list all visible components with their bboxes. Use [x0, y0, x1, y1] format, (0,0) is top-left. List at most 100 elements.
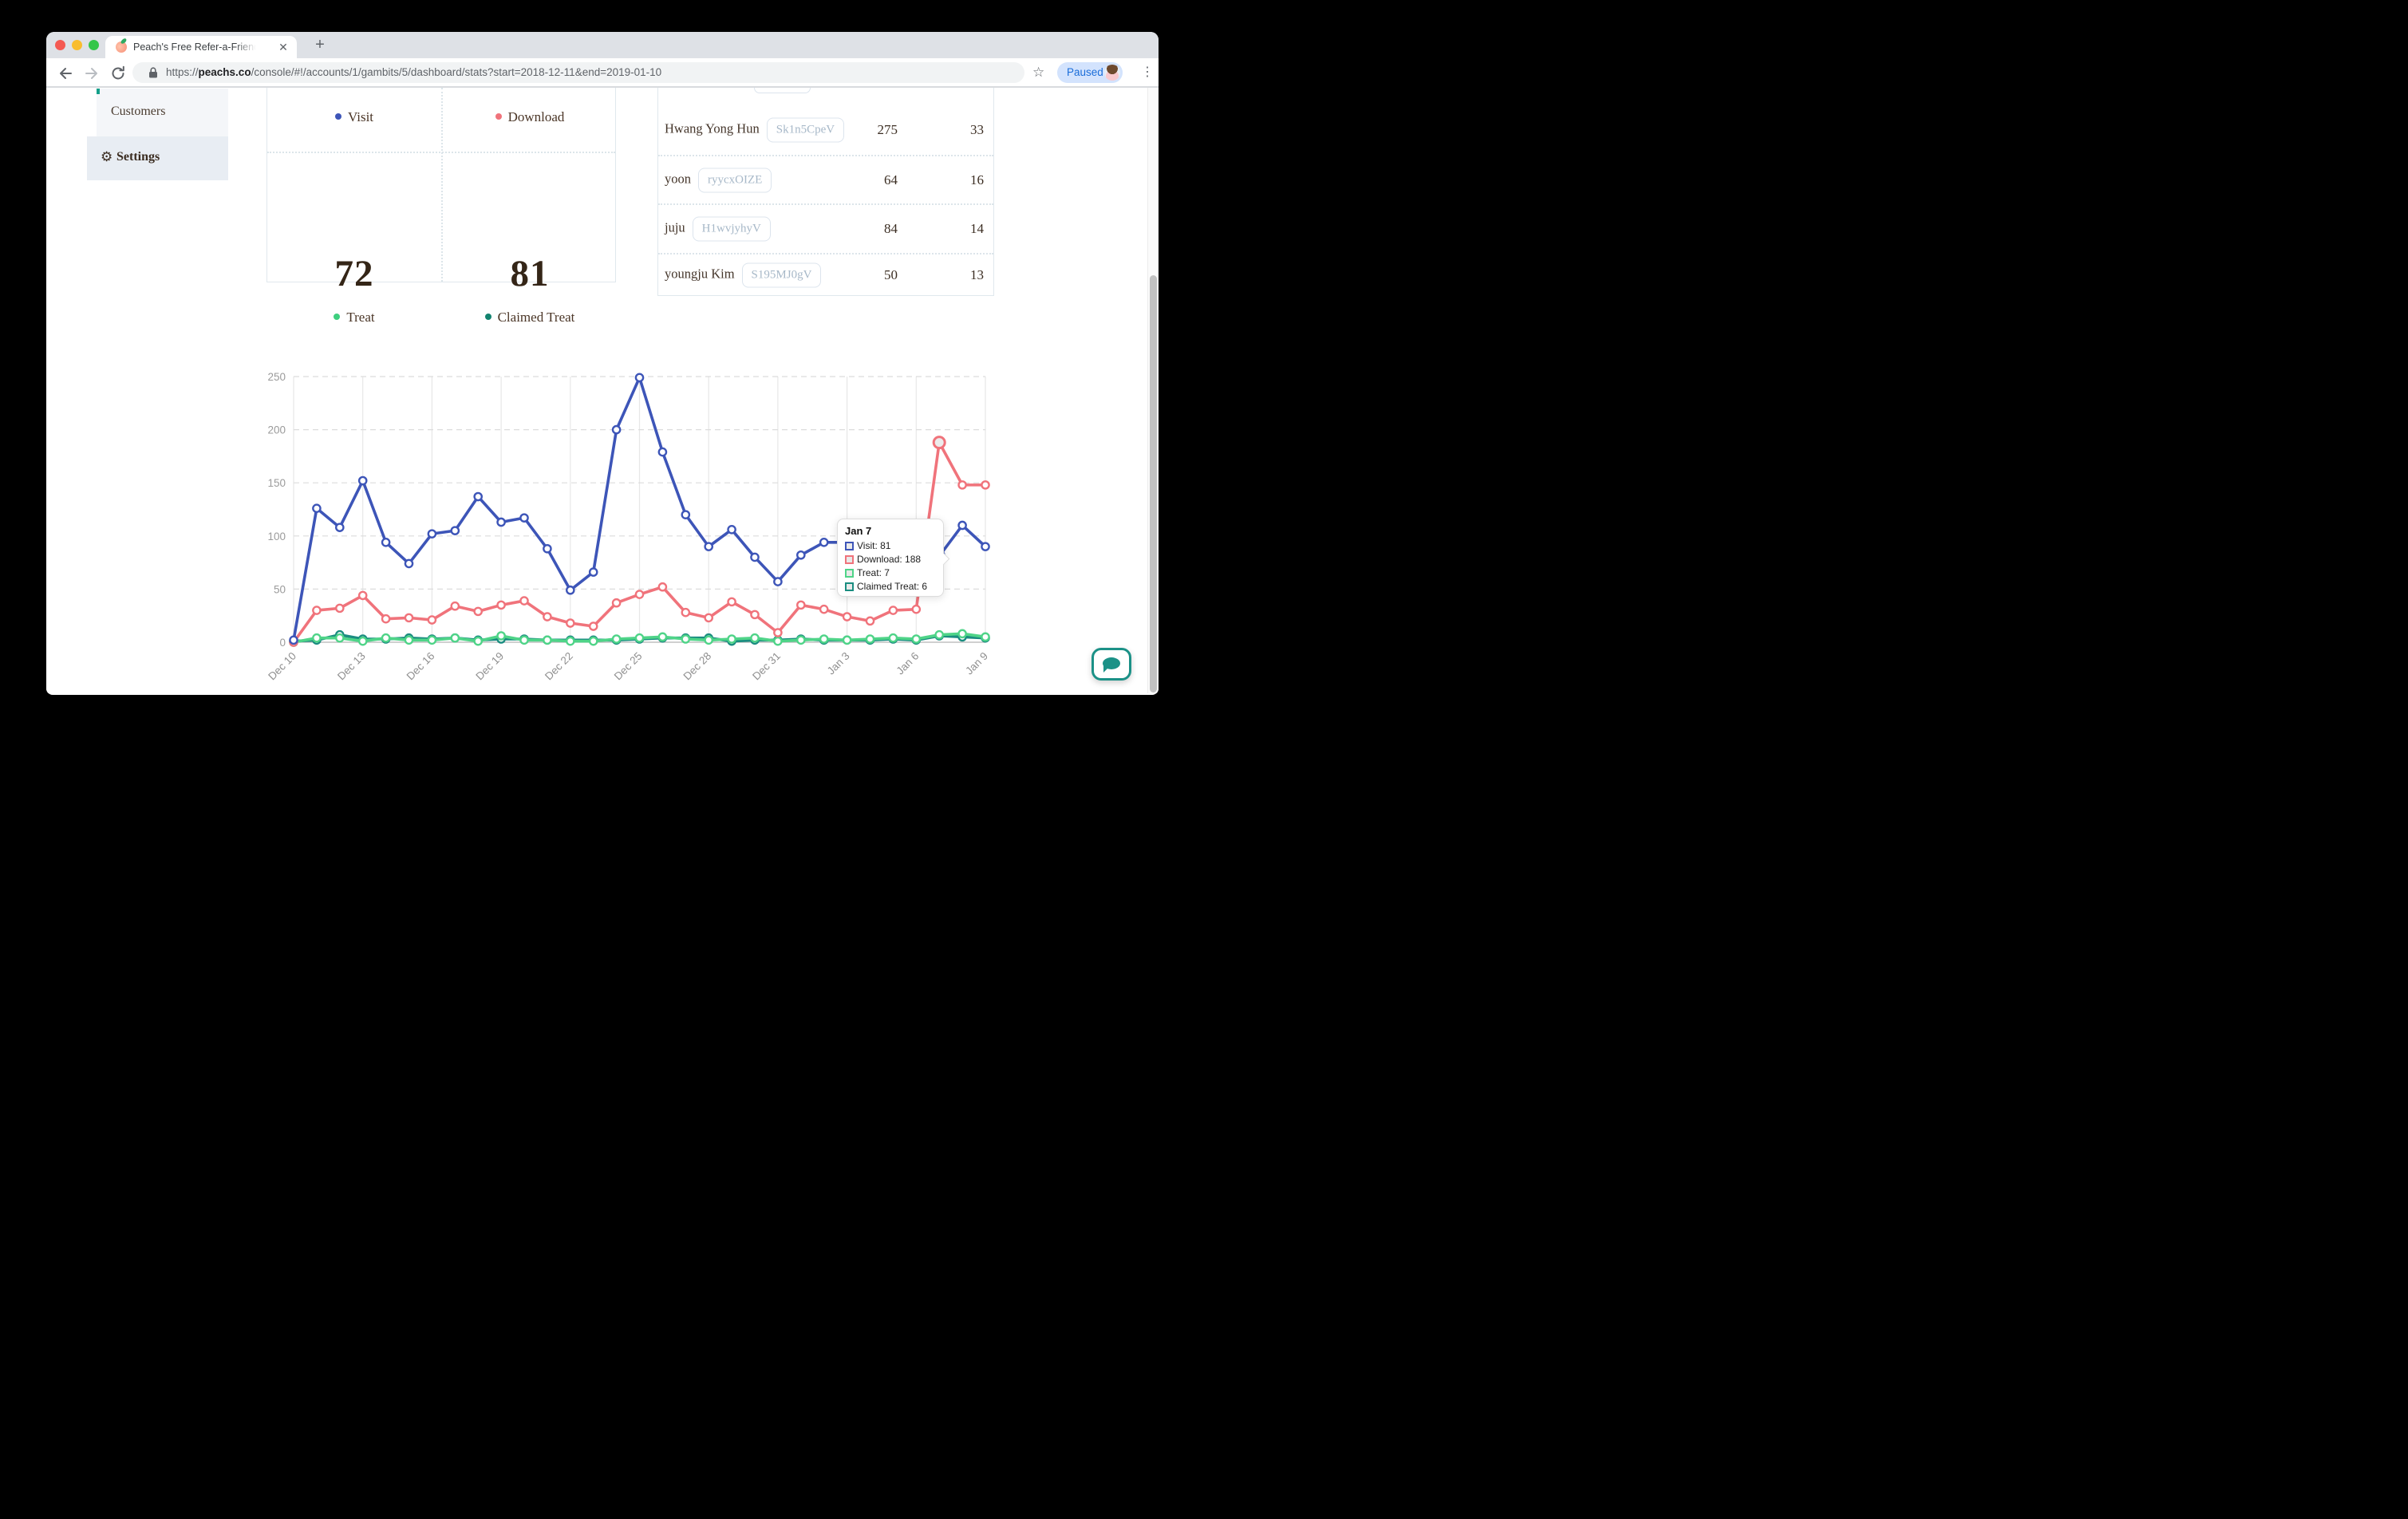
sidebar-item-label: Customers [111, 105, 165, 119]
chat-launcher-button[interactable] [1091, 648, 1131, 681]
treat-count: 72 [267, 252, 441, 295]
visit-swatch-icon [845, 542, 854, 550]
svg-text:50: 50 [274, 583, 286, 595]
tooltip-row-download: Download: 188 [845, 553, 936, 566]
claimed-treat-legend: Claimed Treat [443, 310, 617, 326]
browser-menu-icon[interactable]: ⋮ [1141, 65, 1152, 81]
tooltip-row-visit: Visit: 81 [845, 539, 936, 553]
chat-bubble-icon [1103, 657, 1120, 669]
svg-text:Dec 25: Dec 25 [612, 650, 645, 683]
tab-close-icon[interactable]: ✕ [277, 41, 290, 53]
tab-title-fade [235, 41, 261, 55]
back-icon[interactable] [57, 65, 73, 81]
referral-code-badge: Sk1n5CpeV [767, 118, 844, 143]
stat-cell-download: 7 Download [443, 88, 617, 152]
svg-text:150: 150 [267, 477, 286, 489]
customer-name: Hwang Yong HunSk1n5CpeV [665, 118, 844, 143]
svg-text:Dec 28: Dec 28 [681, 650, 713, 683]
paused-label: Paused [1067, 66, 1103, 78]
top-customers-table: Hwang Yong HunSk1n5CpeV 275 33 yoonryycx… [657, 88, 994, 296]
download-legend: Download [443, 109, 617, 125]
profile-avatar [1104, 65, 1120, 81]
customer-visits: 275 [878, 122, 898, 138]
new-tab-button[interactable]: + [310, 35, 330, 56]
stat-cell-treat: 72 Treat [267, 152, 441, 282]
stats-summary-panel: 7 Visit 7 Download 72 Treat 81 Claimed T… [266, 88, 616, 282]
customer-referrals: 14 [970, 221, 984, 237]
url-host: peachs.co [199, 66, 251, 78]
svg-text:Jan 3: Jan 3 [825, 650, 852, 677]
svg-text:Dec 16: Dec 16 [405, 650, 437, 683]
customer-visits: 50 [884, 267, 898, 283]
paused-extension-badge[interactable]: Paused [1057, 62, 1123, 83]
svg-text:200: 200 [267, 424, 286, 436]
table-row[interactable]: jujuH1wvjyhyV 84 14 [658, 203, 993, 253]
lock-icon [148, 67, 158, 78]
browser-window: Peach's Free Refer-a-Friend S ✕ + https:… [46, 32, 1159, 695]
gear-icon: ⚙ [101, 149, 113, 165]
customer-name: youngju KimS195MJ0gV [665, 263, 821, 288]
window-close-button[interactable] [55, 40, 65, 50]
sidebar-item-label: Settings [116, 150, 160, 164]
table-row[interactable]: youngju KimS195MJ0gV 50 13 [658, 253, 993, 296]
treat-swatch-icon [845, 569, 854, 578]
tooltip-row-treat: Treat: 7 [845, 566, 936, 580]
svg-text:Jan 9: Jan 9 [963, 650, 990, 677]
peach-favicon-icon [116, 41, 127, 53]
cutoff-row-badge [754, 88, 811, 93]
scrollbar-thumb[interactable] [1150, 275, 1157, 692]
forward-icon[interactable] [84, 65, 100, 81]
svg-text:Dec 31: Dec 31 [750, 650, 783, 683]
window-zoom-button[interactable] [89, 40, 99, 50]
customer-name: yoonryycxOIZE [665, 168, 772, 193]
table-row[interactable]: Hwang Yong HunSk1n5CpeV 275 33 [658, 105, 993, 155]
customer-name: jujuH1wvjyhyV [665, 217, 771, 242]
customer-referrals: 16 [970, 172, 984, 188]
svg-text:Dec 13: Dec 13 [335, 650, 368, 683]
treat-dot-icon [334, 314, 340, 320]
svg-text:Dec 22: Dec 22 [543, 650, 575, 683]
referral-code-badge: S195MJ0gV [742, 263, 822, 288]
referral-code-badge: ryycxOIZE [698, 168, 772, 193]
visit-legend: Visit [267, 109, 441, 125]
referral-code-badge: H1wvjyhyV [693, 217, 771, 242]
url-path: /console/#!/accounts/1/gambits/5/dashboa… [251, 66, 662, 78]
chart-tooltip: Jan 7 Visit: 81 Download: 188 Treat: 7 C… [837, 519, 944, 597]
customer-referrals: 13 [970, 267, 984, 283]
tooltip-date: Jan 7 [845, 525, 936, 537]
treat-legend: Treat [267, 310, 441, 326]
bookmark-star-icon[interactable]: ☆ [1032, 65, 1044, 81]
svg-text:0: 0 [279, 637, 286, 649]
svg-text:250: 250 [267, 371, 286, 383]
tooltip-row-claimed-treat: Claimed Treat: 6 [845, 580, 936, 594]
customer-referrals: 33 [970, 122, 984, 138]
window-minimize-button[interactable] [72, 40, 82, 50]
svg-text:Dec 10: Dec 10 [266, 650, 298, 683]
svg-text:100: 100 [267, 531, 286, 542]
url-bar[interactable]: https://peachs.co/console/#!/accounts/1/… [132, 62, 1024, 83]
url-text: https://peachs.co/console/#!/accounts/1/… [166, 66, 661, 78]
download-swatch-icon [845, 555, 854, 564]
reload-icon[interactable] [110, 65, 126, 81]
customer-visits: 64 [884, 172, 898, 188]
page-content: 0 50 100 150 200 250 Dec 10 Dec 13 Dec 16 Dec 19 D… [46, 88, 1159, 693]
browser-toolbar: https://peachs.co/console/#!/accounts/1/… [46, 58, 1159, 88]
claimed-treat-dot-icon [485, 314, 491, 320]
sidebar-selected-item-sliver [97, 89, 100, 94]
claimed-treat-count: 81 [443, 252, 617, 295]
url-scheme: https:// [166, 66, 199, 78]
stat-cell-claimed-treat: 81 Claimed Treat [443, 152, 617, 282]
download-partial-number: 7 [505, 88, 553, 95]
sidebar-item-settings[interactable]: ⚙ Settings [87, 136, 228, 180]
download-dot-icon [495, 113, 502, 120]
svg-text:Jan 6: Jan 6 [894, 650, 921, 677]
table-row[interactable]: yoonryycxOIZE 64 16 [658, 155, 993, 204]
svg-text:Dec 19: Dec 19 [473, 650, 506, 683]
browser-tab[interactable]: Peach's Free Refer-a-Friend S ✕ [105, 36, 297, 58]
stat-cell-visit: 7 Visit [267, 88, 441, 152]
customer-visits: 84 [884, 221, 898, 237]
visit-dot-icon [335, 113, 341, 120]
sidebar-item-customers[interactable]: Customers [97, 89, 228, 136]
visit-partial-number: 7 [335, 88, 383, 95]
claimed-treat-swatch-icon [845, 582, 854, 591]
